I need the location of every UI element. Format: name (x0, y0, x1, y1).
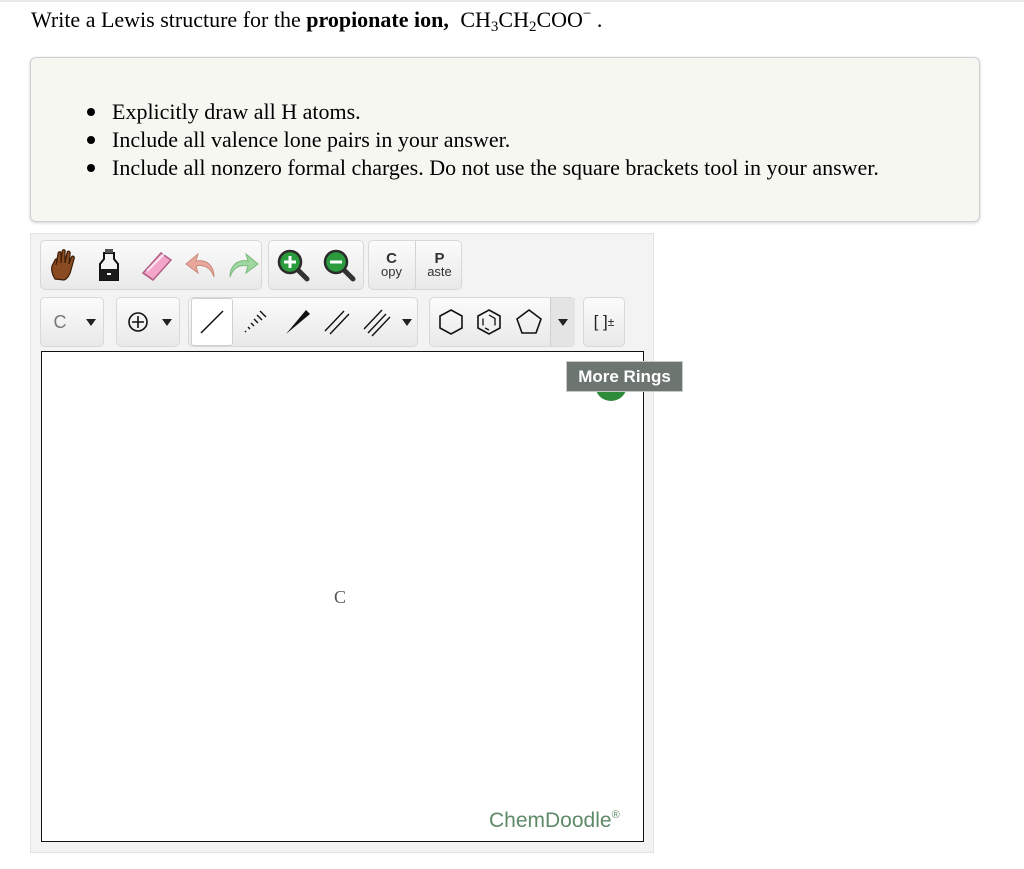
clear-bottle-icon (99, 249, 119, 281)
chemdoodle-logo: ChemDoodle® (489, 809, 620, 833)
clear-button[interactable] (89, 241, 129, 289)
formula-part: COO (536, 7, 583, 32)
element-button[interactable]: C (41, 298, 79, 346)
zoom-out-button[interactable] (317, 241, 361, 289)
toolbar-zoom-group (268, 240, 364, 290)
undo-icon (185, 252, 215, 278)
registered-mark: ® (611, 809, 620, 821)
wedge-bond-button[interactable] (277, 298, 317, 346)
toolbar-edit-group (40, 240, 262, 290)
cyclohexane-icon (439, 309, 463, 335)
paste-label: aste (427, 264, 452, 279)
chevron-down-icon (402, 318, 412, 326)
chevron-down-icon (162, 318, 172, 326)
charge-plus-icon (128, 312, 148, 332)
zoom-out-icon (323, 249, 356, 282)
bond-toolbar (188, 297, 418, 347)
copy-button[interactable]: C opy (369, 241, 414, 289)
triple-bond-icon (363, 309, 391, 337)
question-prompt: Write a Lewis structure for the propiona… (31, 6, 603, 35)
instruction-item: Include all valence lone pairs in your a… (87, 126, 879, 154)
formula: CH3CH2COO− . (460, 7, 603, 35)
paste-button[interactable]: P aste (417, 241, 462, 289)
dashed-bond-button[interactable] (235, 298, 275, 346)
copy-label: opy (381, 264, 402, 279)
instruction-text: Include all nonzero formal charges. Do n… (112, 155, 879, 180)
brackets-label: [ ] (593, 312, 608, 331)
instruction-text: Include all valence lone pairs in your a… (112, 127, 511, 152)
eraser-icon (141, 252, 173, 281)
bond-dropdown[interactable] (397, 298, 417, 346)
instructions-panel: Explicitly draw all H atoms. Include all… (30, 57, 980, 222)
charge-dropdown[interactable] (155, 298, 179, 346)
instruction-item: Explicitly draw all H atoms. (87, 98, 879, 126)
benzene-icon (477, 309, 501, 335)
ring-toolbar (429, 297, 575, 347)
single-bond-button[interactable] (191, 298, 233, 346)
charge-selector (116, 297, 180, 347)
double-bond-button[interactable] (317, 298, 357, 346)
brackets-button[interactable]: [ ] ± (584, 298, 624, 346)
top-divider (0, 0, 1024, 2)
more-rings-tooltip: More Rings (566, 361, 683, 392)
brackets-toolbar: [ ] ± (583, 297, 625, 347)
formula-part: CH (460, 7, 491, 32)
carbon-atom[interactable]: C (334, 587, 346, 608)
instruction-item: Include all nonzero formal charges. Do n… (87, 154, 879, 182)
formula-end: . (591, 7, 603, 32)
bullet-icon (87, 136, 95, 144)
redo-icon (229, 252, 259, 278)
question-text: Write a Lewis structure for the (31, 7, 301, 32)
zoom-in-icon (277, 249, 310, 282)
toolbar-clipboard-group: C opy P aste (368, 240, 462, 290)
element-dropdown[interactable] (79, 298, 103, 346)
chevron-down-icon (86, 318, 96, 326)
triple-bond-button[interactable] (357, 298, 397, 346)
instructions-list: Explicitly draw all H atoms. Include all… (87, 98, 879, 182)
wedge-bond-icon (286, 310, 310, 334)
cyclopentane-icon (516, 309, 542, 334)
single-bond-icon (200, 310, 224, 334)
dashed-bond-icon (244, 310, 267, 333)
bullet-icon (87, 108, 95, 116)
cyclohexane-button[interactable] (432, 298, 470, 346)
charge-button[interactable] (119, 298, 157, 346)
chevron-down-icon (558, 318, 568, 326)
hand-icon (51, 249, 75, 281)
undo-button[interactable] (183, 241, 221, 289)
more-rings-dropdown[interactable] (550, 298, 575, 346)
instruction-text: Explicitly draw all H atoms. (112, 99, 361, 124)
brand-text: ChemDoodle (489, 809, 612, 832)
redo-button[interactable] (223, 241, 261, 289)
formula-part: CH (498, 7, 529, 32)
cyclopentane-button[interactable] (510, 298, 548, 346)
eraser-button[interactable] (135, 241, 177, 289)
benzene-button[interactable] (470, 298, 508, 346)
zoom-in-button[interactable] (271, 241, 315, 289)
hand-tool-button[interactable] (43, 241, 83, 289)
bullet-icon (87, 164, 95, 172)
double-bond-icon (324, 310, 350, 335)
element-selector: C (40, 297, 104, 347)
question-bold: propionate ion, (306, 7, 449, 32)
